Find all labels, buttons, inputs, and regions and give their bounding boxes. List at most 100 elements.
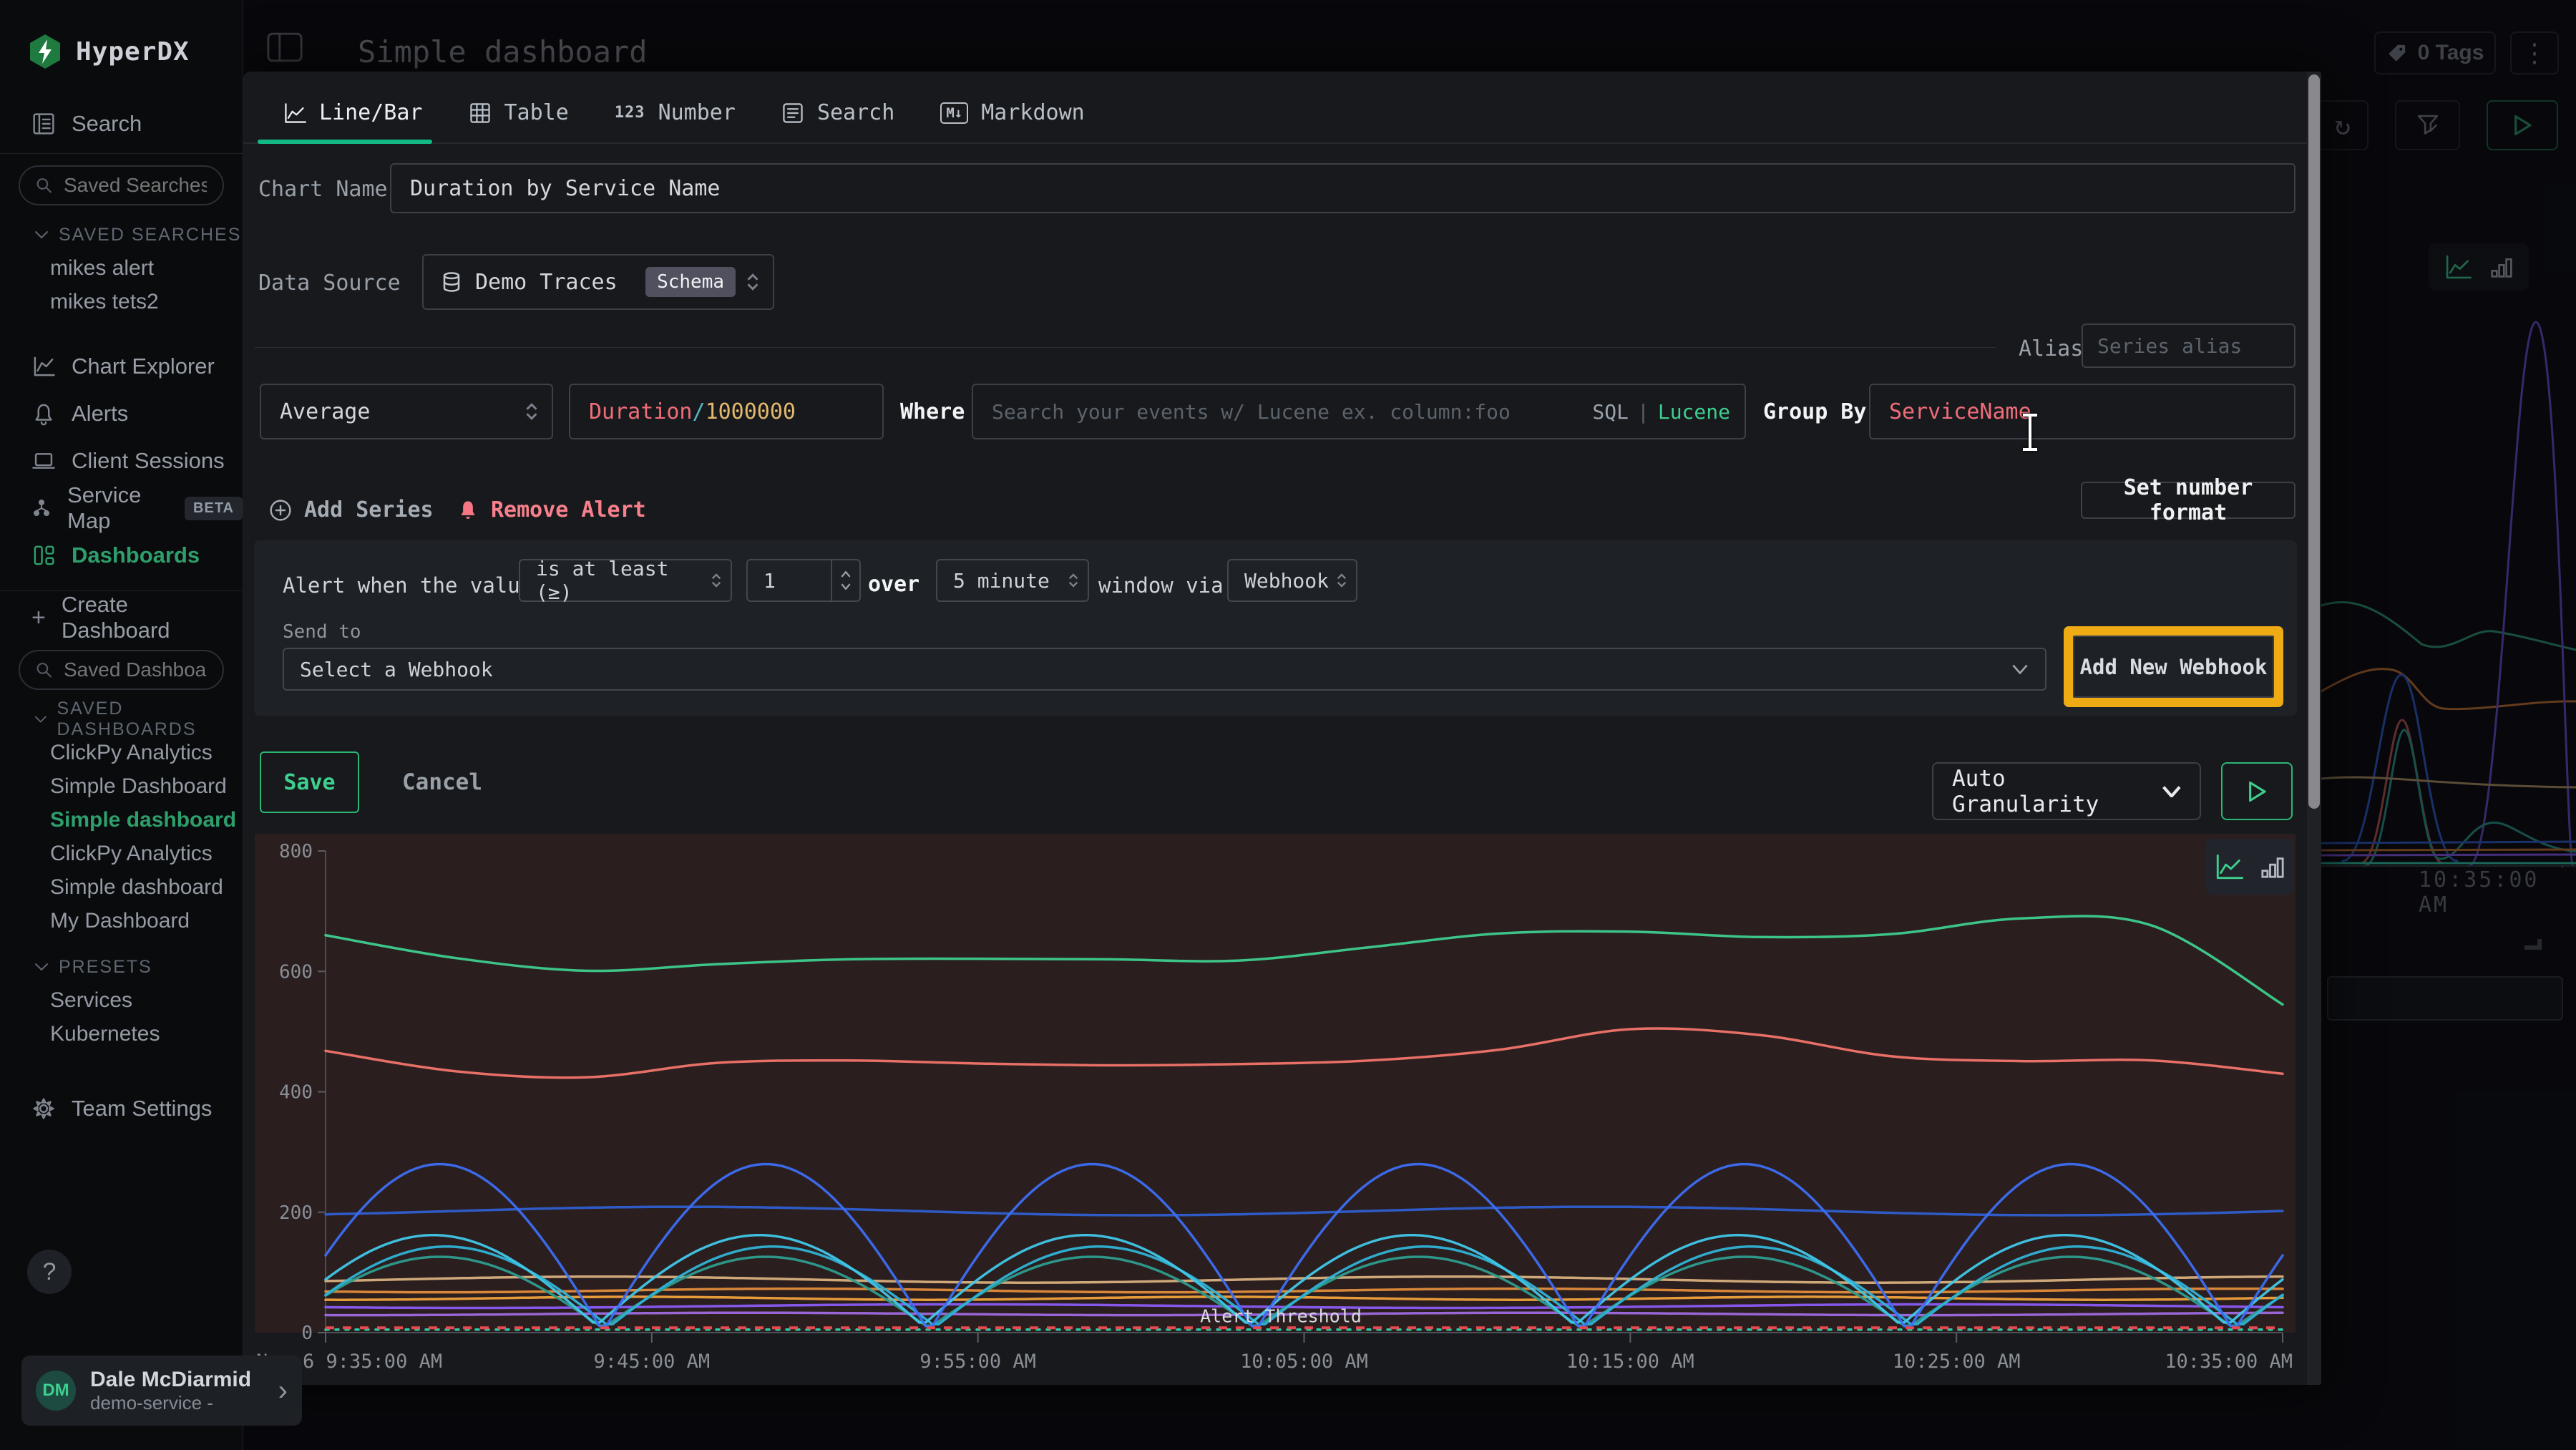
chevron-down-icon (2162, 786, 2181, 797)
number-icon: 123 (615, 104, 645, 122)
sidebar-item-create-dashboard[interactable]: + Create Dashboard (0, 597, 243, 638)
field-expression-input[interactable]: Duration/1000000 (569, 384, 884, 439)
section-saved-searches[interactable]: SAVED SEARCHES (0, 218, 243, 251)
play-icon (2248, 782, 2266, 802)
brand-name: HyperDX (76, 37, 190, 67)
sidebar-item-client-sessions[interactable]: Client Sessions (0, 437, 243, 485)
table-icon (469, 102, 492, 125)
chart-name-input[interactable] (391, 176, 2294, 201)
aggregation-select[interactable]: Average (260, 384, 553, 439)
alert-threshold-input[interactable]: 1 (746, 559, 861, 602)
sidebar-item-search[interactable]: Search (0, 100, 243, 147)
chevron-up-icon (841, 571, 851, 578)
sidebar-item-dashboards[interactable]: Dashboards (0, 532, 243, 579)
edit-chart-modal: Line/Bar Table 123Number Search M↓Markdown C… (243, 72, 2321, 1385)
schema-badge[interactable]: Schema (645, 267, 736, 297)
add-series-button[interactable]: Add Series (268, 497, 434, 522)
save-button[interactable]: Save (260, 751, 359, 813)
sidebar-item-preset[interactable]: Kubernetes (0, 1017, 243, 1051)
saved-dashboards-search[interactable] (19, 650, 224, 690)
svg-text:10:35:00 AM: 10:35:00 AM (2165, 1351, 2293, 1373)
tab-number[interactable]: 123Number (615, 100, 736, 125)
bell-icon (31, 402, 56, 426)
scrollbar-thumb[interactable] (2308, 74, 2320, 809)
saved-dashboards-input[interactable] (64, 658, 207, 681)
alias-input[interactable] (2083, 334, 2294, 358)
select-chevrons-icon (1336, 571, 1347, 590)
sidebar-item-saved-dashboard[interactable]: Simple dashboard (0, 870, 243, 904)
sidebar-item-chart-explorer[interactable]: Chart Explorer (0, 343, 243, 390)
divider (255, 347, 1996, 348)
sidebar-item-saved-dashboard[interactable]: ClickPy Analytics (0, 736, 243, 769)
alert-window-select[interactable]: 5 minute (936, 559, 1089, 602)
svg-text:Alert Threshold: Alert Threshold (1200, 1305, 1362, 1326)
alert-channel-select[interactable]: Webhook (1227, 559, 1357, 602)
sidebar-item-saved-search[interactable]: mikes alert (0, 251, 243, 285)
add-new-webhook-button[interactable]: Add New Webhook (2073, 636, 2274, 698)
chevron-right-icon: › (278, 1375, 288, 1407)
brand[interactable]: HyperDX (0, 0, 243, 72)
section-presets[interactable]: PRESETS (0, 950, 243, 983)
service-map-icon (31, 496, 52, 520)
sidebar-item-preset[interactable]: Services (0, 983, 243, 1017)
group-by-input[interactable] (1870, 399, 2294, 424)
svg-text:10:05:00 AM: 10:05:00 AM (1240, 1351, 1368, 1373)
tab-table[interactable]: Table (469, 100, 569, 125)
user-menu[interactable]: DM Dale McDiarmid demo-service - › (21, 1356, 302, 1426)
select-chevrons-icon (525, 402, 539, 421)
modal-scrollbar (2307, 72, 2321, 1385)
remove-alert-button[interactable]: Remove Alert (457, 497, 646, 522)
svg-text:200: 200 (279, 1202, 313, 1224)
select-chevrons-icon (746, 273, 760, 291)
sidebar-item-saved-dashboard[interactable]: Simple Dashboard (0, 769, 243, 803)
data-source-select[interactable]: Demo Traces Schema (422, 254, 774, 310)
bar-chart-icon (2260, 855, 2285, 879)
svg-text:0: 0 (301, 1323, 313, 1344)
search-icon (36, 176, 52, 195)
granularity-select[interactable]: Auto Granularity (1932, 762, 2201, 820)
svg-text:9:55:00 AM: 9:55:00 AM (919, 1351, 1036, 1373)
divider (0, 153, 243, 154)
alert-config-panel: Alert when the value is at least (≥) 1 o… (254, 540, 2297, 716)
sidebar-item-team-settings[interactable]: Team Settings (0, 1085, 243, 1132)
markdown-icon: M↓ (940, 102, 968, 124)
where-search-field[interactable]: SQL | Lucene (972, 384, 1746, 439)
number-spinner[interactable] (831, 560, 859, 600)
sidebar-item-service-map[interactable]: Service Map BETA (0, 485, 243, 532)
alert-condition-select[interactable]: is at least (≥) (519, 559, 732, 602)
chevron-down-icon (34, 230, 49, 239)
alias-field[interactable] (2082, 323, 2296, 368)
sidebar-item-saved-dashboard[interactable]: Simple dashboard (0, 803, 243, 837)
divider (0, 590, 243, 591)
group-by-field[interactable] (1869, 384, 2296, 439)
webhook-select[interactable]: Select a Webhook (283, 648, 2046, 691)
set-number-format-button[interactable]: Set number format (2081, 482, 2296, 519)
svg-text:800: 800 (279, 841, 313, 862)
help-button[interactable]: ? (27, 1250, 72, 1294)
svg-text:400: 400 (279, 1082, 313, 1104)
sql-toggle[interactable]: SQL (1592, 400, 1629, 424)
sidebar-item-alerts[interactable]: Alerts (0, 390, 243, 437)
sidebar-item-saved-dashboard[interactable]: ClickPy Analytics (0, 837, 243, 870)
tab-search[interactable]: Search (781, 100, 894, 125)
chevron-down-icon (34, 715, 47, 724)
lucene-toggle[interactable]: Lucene (1658, 400, 1730, 424)
where-label: Where (900, 399, 965, 424)
chart-name-field[interactable] (390, 163, 2296, 213)
saved-searches-search[interactable] (19, 165, 224, 205)
sidebar-item-saved-dashboard[interactable]: My Dashboard (0, 904, 243, 938)
chart-type-toggle[interactable] (2205, 839, 2294, 895)
tab-line-bar[interactable]: Line/Bar (283, 100, 423, 125)
sidebar: HyperDX Search SAVED SEARCHES mikes aler… (0, 0, 243, 1450)
alert-prefix-label: Alert when the value (283, 573, 532, 598)
cancel-button[interactable]: Cancel (402, 769, 482, 795)
select-chevrons-icon (711, 571, 722, 590)
tab-markdown[interactable]: M↓Markdown (940, 100, 1084, 125)
hyperdx-logo-icon (29, 34, 62, 69)
section-saved-dashboards[interactable]: SAVED DASHBOARDS (0, 703, 243, 736)
sidebar-item-saved-search[interactable]: mikes tets2 (0, 285, 243, 318)
chart-explorer-icon (31, 354, 56, 379)
saved-searches-input[interactable] (64, 174, 207, 197)
laptop-icon (31, 449, 56, 473)
run-chart-button[interactable] (2221, 762, 2293, 820)
